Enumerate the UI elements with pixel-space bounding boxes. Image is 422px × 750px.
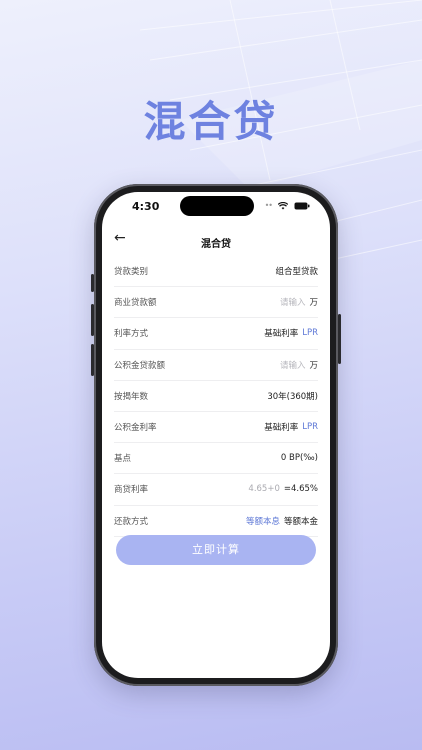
label-commercial-rate: 商贷利率 xyxy=(114,485,149,496)
nav-bar: ← 混合贷 xyxy=(102,226,330,256)
phone-volume-up xyxy=(91,304,94,336)
rate-method-option-base[interactable]: 基础利率 xyxy=(264,327,298,339)
signal-icon: •• xyxy=(264,201,274,210)
fund-amount-unit: 万 xyxy=(309,360,318,371)
label-rate-method: 利率方式 xyxy=(114,329,149,340)
label-loan-type: 贷款类别 xyxy=(114,267,149,278)
fund-rate-option-lpr[interactable]: LPR xyxy=(302,422,318,432)
label-years: 按揭年数 xyxy=(114,391,149,402)
wifi-icon xyxy=(278,201,288,209)
label-fund-amount: 公积金贷款额 xyxy=(114,360,166,371)
loan-form: 贷款类别 组合型贷款 商业贷款额 请输入 万 利率方式 基础利率 LPR 公积金… xyxy=(114,256,318,537)
row-years[interactable]: 按揭年数 30年(360期) xyxy=(114,381,318,412)
repay-option-equal-principal[interactable]: 等额本金 xyxy=(284,515,318,527)
row-commercial-rate: 商贷利率 4.65+0 =4.65% xyxy=(114,474,318,506)
status-icons: •• xyxy=(265,201,310,210)
commercial-amount-unit: 万 xyxy=(309,298,318,309)
commercial-rate-formula: 4.65+0 xyxy=(248,484,280,495)
value-basis-point[interactable]: 0 BP(‰) xyxy=(281,453,318,463)
phone-power-button xyxy=(338,314,341,364)
fund-amount-input[interactable]: 请输入 xyxy=(280,359,306,371)
repay-option-equal-installment[interactable]: 等额本息 xyxy=(246,515,280,527)
phone-volume-down xyxy=(91,344,94,376)
value-loan-type[interactable]: 组合型贷款 xyxy=(275,265,318,277)
label-basis-point: 基点 xyxy=(114,454,132,465)
battery-icon xyxy=(294,202,310,209)
calculate-button[interactable]: 立即计算 xyxy=(116,535,316,565)
status-time: 4:30 xyxy=(132,200,160,213)
value-years[interactable]: 30年(360期) xyxy=(267,390,318,402)
row-fund-amount: 公积金贷款额 请输入 万 xyxy=(114,350,318,381)
row-loan-type[interactable]: 贷款类别 组合型贷款 xyxy=(114,256,318,288)
label-fund-rate: 公积金利率 xyxy=(114,423,157,434)
row-repay-method: 还款方式 等额本息 等额本金 xyxy=(114,506,318,537)
row-basis-point[interactable]: 基点 0 BP(‰) xyxy=(114,443,318,475)
commercial-amount-input[interactable]: 请输入 xyxy=(280,296,306,308)
row-fund-rate: 公积金利率 基础利率 LPR xyxy=(114,412,318,444)
row-rate-method: 利率方式 基础利率 LPR xyxy=(114,318,318,350)
phone-silent-switch xyxy=(91,274,94,292)
label-repay-method: 还款方式 xyxy=(114,516,149,527)
row-commercial-amount: 商业贷款额 请输入 万 xyxy=(114,287,318,319)
dynamic-island xyxy=(180,196,254,216)
nav-title: 混合贷 xyxy=(201,239,231,250)
phone-frame: 4:30 •• ← 混合贷 贷款类别 组合型贷款 商业贷款额 请输入 万 利率方… xyxy=(91,184,341,686)
rate-method-option-lpr[interactable]: LPR xyxy=(302,328,318,338)
status-bar: 4:30 •• xyxy=(102,192,330,226)
label-commercial-amount: 商业贷款额 xyxy=(114,298,157,309)
page-headline: 混合贷 xyxy=(143,97,279,146)
fund-rate-option-base[interactable]: 基础利率 xyxy=(264,421,298,433)
phone-screen: 4:30 •• ← 混合贷 贷款类别 组合型贷款 商业贷款额 请输入 万 利率方… xyxy=(102,192,330,678)
commercial-rate-result: =4.65% xyxy=(283,484,318,495)
